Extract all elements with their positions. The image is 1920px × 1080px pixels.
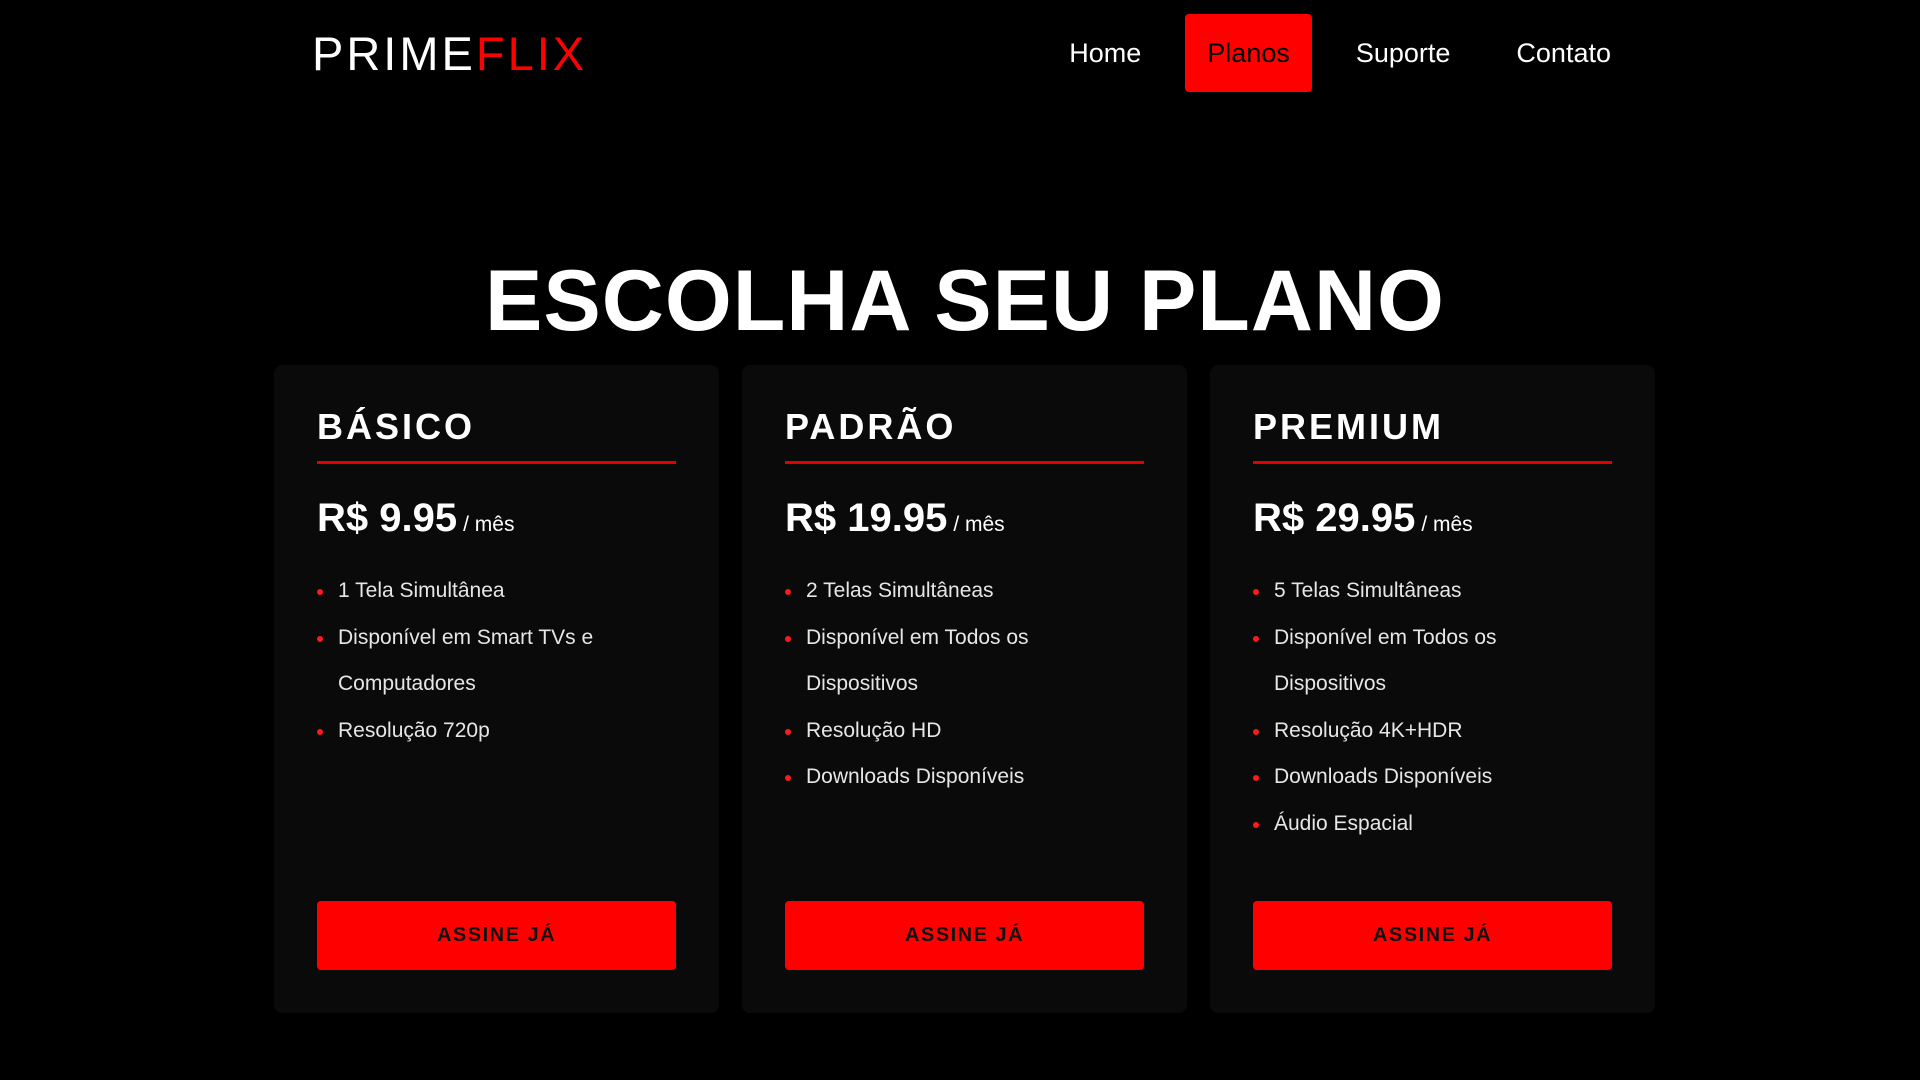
bullet-icon (1253, 589, 1259, 595)
feature-item: Disponível em Smart TVs e Computadores (317, 615, 617, 708)
feature-item: 1 Tela Simultânea (317, 568, 617, 615)
main-nav: Home Planos Suporte Contato (1025, 14, 1633, 92)
bullet-icon (1253, 635, 1259, 642)
bullet-icon (1253, 821, 1259, 828)
bullet-icon (1253, 728, 1259, 735)
nav-item-home[interactable]: Home (1047, 14, 1163, 92)
feature-item: Resolução 720p (317, 708, 617, 755)
plan-price: R$ 29.95 / mês (1253, 498, 1612, 538)
nav-item-contato[interactable]: Contato (1494, 14, 1633, 92)
feature-item: Áudio Espacial (1253, 801, 1553, 848)
bullet-icon (785, 775, 791, 781)
nav-item-suporte[interactable]: Suporte (1334, 14, 1473, 92)
plan-price: R$ 9.95 / mês (317, 498, 676, 538)
feature-list: 2 Telas Simultâneas Disponível em Todos … (785, 568, 1085, 801)
feature-text: 5 Telas Simultâneas (1274, 579, 1462, 602)
bullet-icon (785, 589, 791, 595)
feature-text: Disponível em Todos os Dispositivos (1274, 625, 1497, 696)
feature-item: 2 Telas Simultâneas (785, 568, 1085, 615)
feature-text: Disponível em Smart TVs e Computadores (338, 625, 594, 696)
feature-item: Disponível em Todos os Dispositivos (785, 615, 1085, 708)
feature-item: Resolução 4K+HDR (1253, 708, 1553, 755)
plan-name: PREMIUM (1253, 409, 1612, 464)
feature-item: Downloads Disponíveis (785, 754, 1085, 801)
bullet-icon (785, 635, 791, 642)
price-value: R$ 9.95 (317, 496, 458, 540)
feature-item: Downloads Disponíveis (1253, 754, 1553, 801)
bullet-icon (317, 635, 323, 642)
price-value: R$ 29.95 (1253, 496, 1416, 540)
price-period: / mês (1421, 513, 1473, 536)
plan-price: R$ 19.95 / mês (785, 498, 1144, 538)
feature-text: 2 Telas Simultâneas (806, 579, 994, 602)
subscribe-button-premium[interactable]: ASSINE JÁ (1253, 901, 1612, 970)
feature-text: Disponível em Todos os Dispositivos (806, 625, 1029, 696)
feature-item: Resolução HD (785, 708, 1085, 755)
bullet-icon (1253, 775, 1259, 781)
feature-text: Downloads Disponíveis (1274, 765, 1493, 788)
price-period: / mês (463, 513, 515, 536)
plan-card-basico: BÁSICO R$ 9.95 / mês 1 Tela Simultânea D… (274, 365, 719, 1013)
subscribe-button-padrao[interactable]: ASSINE JÁ (785, 901, 1144, 970)
feature-text: Resolução 4K+HDR (1274, 718, 1463, 742)
plan-name: BÁSICO (317, 409, 676, 464)
brand-logo[interactable]: PRIMEFLIX (312, 30, 587, 77)
plan-card-padrao: PADRÃO R$ 19.95 / mês 2 Telas Simultânea… (742, 365, 1187, 1013)
logo-text-flix: FLIX (475, 26, 588, 80)
logo-text-prime: PRIME (312, 26, 476, 80)
site-header: PRIMEFLIX Home Planos Suporte Contato (275, 14, 1655, 92)
feature-list: 1 Tela Simultânea Disponível em Smart TV… (317, 568, 617, 754)
feature-item: Disponível em Todos os Dispositivos (1253, 615, 1553, 708)
page-title: ESCOLHA SEU PLANO (485, 252, 1445, 349)
page: PRIMEFLIX Home Planos Suporte Contato ES… (0, 0, 1920, 1080)
bullet-icon (317, 728, 323, 735)
feature-text: Resolução HD (806, 718, 942, 742)
feature-text: Resolução 720p (338, 718, 490, 742)
plan-name: PADRÃO (785, 409, 1144, 464)
plan-card-premium: PREMIUM R$ 29.95 / mês 5 Telas Simultâne… (1210, 365, 1655, 1013)
plans-section: BÁSICO R$ 9.95 / mês 1 Tela Simultânea D… (274, 365, 1655, 1013)
subscribe-button-basico[interactable]: ASSINE JÁ (317, 901, 676, 970)
bullet-icon (317, 589, 323, 595)
feature-list: 5 Telas Simultâneas Disponível em Todos … (1253, 568, 1553, 847)
price-period: / mês (953, 513, 1005, 536)
nav-item-planos[interactable]: Planos (1185, 14, 1312, 92)
feature-text: 1 Tela Simultânea (338, 579, 505, 602)
feature-item: 5 Telas Simultâneas (1253, 568, 1553, 615)
price-value: R$ 19.95 (785, 496, 948, 540)
feature-text: Downloads Disponíveis (806, 765, 1025, 788)
bullet-icon (785, 728, 791, 735)
feature-text: Áudio Espacial (1274, 811, 1413, 835)
